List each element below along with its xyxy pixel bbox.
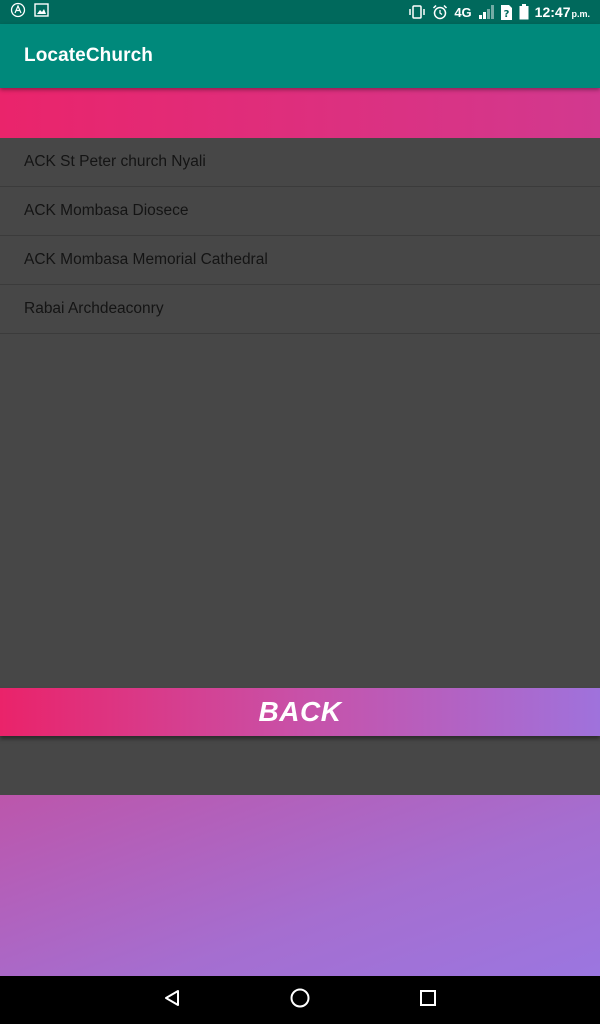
clock: 12:47p.m. (535, 4, 590, 20)
clock-time: 12:47 (534, 4, 571, 20)
nav-home-button[interactable] (286, 986, 314, 1014)
clock-ampm: p.m. (571, 9, 590, 19)
church-list-item[interactable]: ACK Mombasa Memorial Cathedral (0, 236, 600, 285)
app-title: LocateChurch (24, 45, 153, 66)
battery-icon (519, 4, 529, 20)
app-bar: LocateChurch (0, 24, 600, 88)
home-circle-icon (289, 987, 311, 1014)
app-screen: 4G ? 12:47p.m. LocateChurch ACK St Peter… (0, 0, 600, 1024)
svg-text:?: ? (503, 9, 509, 20)
church-list-item[interactable]: ACK Mombasa Diosece (0, 187, 600, 236)
church-name: ACK Mombasa Memorial Cathedral (24, 251, 268, 268)
header-banner (0, 88, 600, 138)
android-icon (10, 2, 26, 23)
no-sim-icon: ? (500, 4, 513, 21)
vibrate-icon (408, 4, 426, 20)
nav-back-button[interactable] (158, 986, 186, 1014)
back-button[interactable]: BACK (0, 688, 600, 736)
status-bar: 4G ? 12:47p.m. (0, 0, 600, 24)
back-triangle-icon (162, 988, 182, 1013)
recents-square-icon (419, 989, 437, 1012)
church-list-item[interactable]: Rabai Archdeaconry (0, 285, 600, 334)
signal-icon (478, 4, 494, 20)
navigation-bar (0, 976, 600, 1024)
footer-banner (0, 795, 600, 976)
image-icon (34, 2, 49, 22)
back-button-label: BACK (258, 696, 342, 727)
church-name: ACK Mombasa Diosece (24, 202, 189, 219)
alarm-icon (432, 4, 448, 20)
nav-recents-button[interactable] (414, 986, 442, 1014)
network-type-label: 4G (454, 4, 472, 20)
church-name: Rabai Archdeaconry (24, 300, 164, 317)
church-name: ACK St Peter church Nyali (24, 153, 206, 170)
church-list-item[interactable]: ACK St Peter church Nyali (0, 138, 600, 187)
church-list: ACK St Peter church Nyali ACK Mombasa Di… (0, 138, 600, 334)
